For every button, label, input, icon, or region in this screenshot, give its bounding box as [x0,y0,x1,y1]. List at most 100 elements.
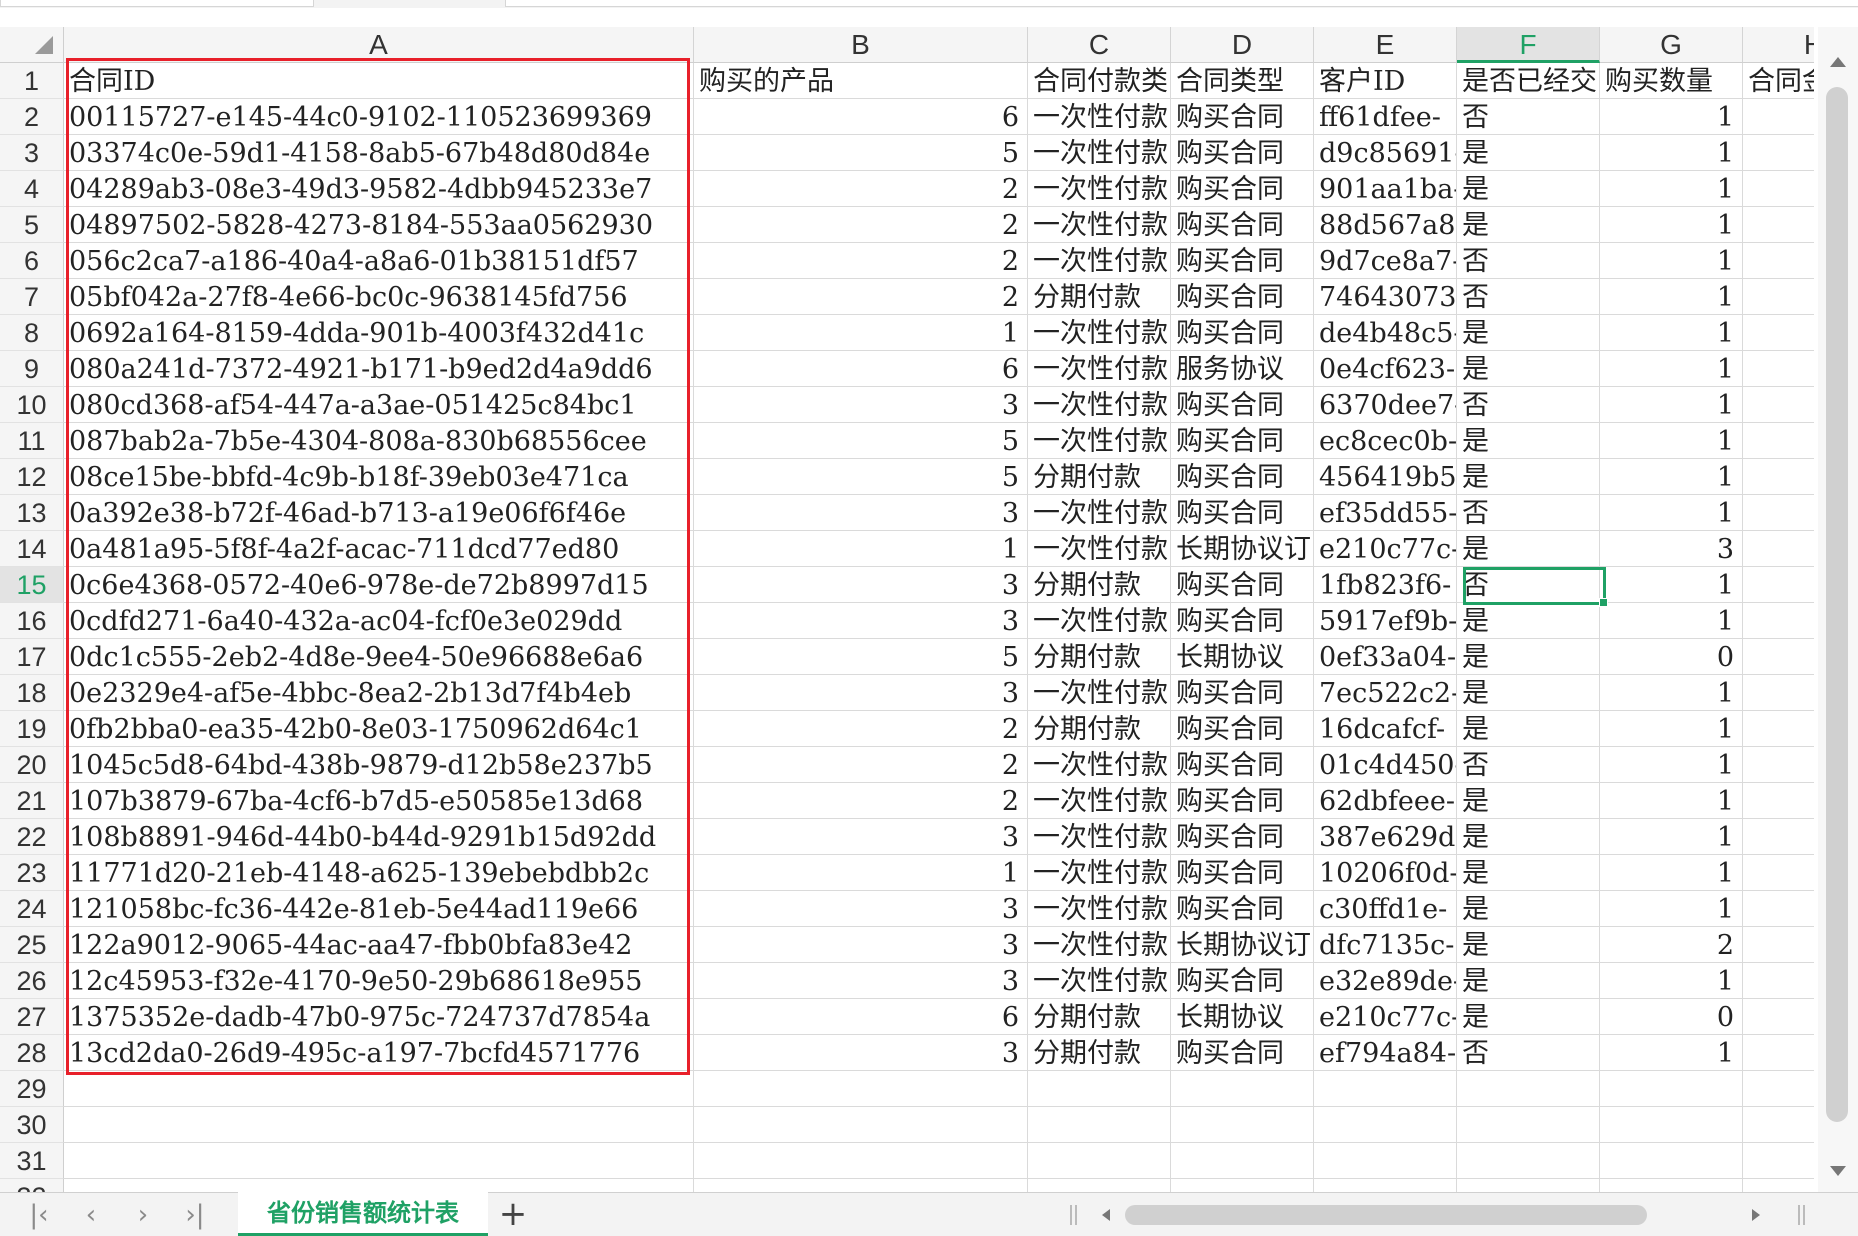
cell-c[interactable]: 一次性付款 [1028,891,1171,927]
cell-a[interactable]: 0fb2bba0-ea35-42b0-8e03-1750962d64c1 [64,711,694,747]
cell-b[interactable]: 2 [694,207,1028,243]
cell-e[interactable]: 10206f0d- [1314,855,1457,891]
cell-a[interactable]: 0a481a95-5f8f-4a2f-acac-711dcd77ed80 [64,531,694,567]
cell-h[interactable] [1743,1179,1814,1192]
cell-e[interactable]: ec8cec0b- [1314,423,1457,459]
cell-a[interactable]: 0a392e38-b72f-46ad-b713-a19e06f6f46e [64,495,694,531]
cell-h[interactable]: 50 [1743,1035,1814,1071]
row-header-24[interactable]: 24 [0,891,64,927]
cell-a[interactable]: 121058bc-fc36-442e-81eb-5e44ad119e66 [64,891,694,927]
cell-a[interactable] [64,1107,694,1143]
cell-g[interactable] [1600,1071,1743,1107]
cell-e[interactable] [1314,1143,1457,1179]
cell-d[interactable]: 合同类型 [1171,63,1314,99]
last-sheet-icon[interactable]: ›| [178,1199,212,1231]
cell-c[interactable]: 一次性付款 [1028,171,1171,207]
column-header-c[interactable]: C [1028,27,1171,63]
cell-g[interactable]: 1 [1600,819,1743,855]
cell-f[interactable]: 是 [1457,855,1600,891]
cell-c[interactable]: 一次性付款 [1028,675,1171,711]
cell-g[interactable]: 2 [1600,927,1743,963]
cell-e[interactable]: 7ec522c2- [1314,675,1457,711]
cell-g[interactable]: 购买数量 [1600,63,1743,99]
cell-g[interactable]: 3 [1600,531,1743,567]
cell-d[interactable]: 购买合同 [1171,819,1314,855]
cell-h[interactable]: 25 [1743,783,1814,819]
cell-g[interactable] [1600,1143,1743,1179]
cell-a[interactable]: 04289ab3-08e3-49d3-9582-4dbb945233e7 [64,171,694,207]
cell-b[interactable]: 3 [694,603,1028,639]
scrollbar-splitter-handle[interactable] [1798,1205,1805,1225]
row-header-18[interactable]: 18 [0,675,64,711]
cell-f[interactable]: 否 [1457,387,1600,423]
cell-d[interactable]: 购买合同 [1171,459,1314,495]
cell-g[interactable]: 1 [1600,351,1743,387]
cell-c[interactable]: 一次性付款 [1028,423,1171,459]
cell-c[interactable] [1028,1071,1171,1107]
cell-c[interactable]: 一次性付款 [1028,351,1171,387]
cell-e[interactable]: 01c4d450- [1314,747,1457,783]
cell-h[interactable] [1743,1143,1814,1179]
cell-g[interactable]: 1 [1600,423,1743,459]
cell-f[interactable]: 否 [1457,243,1600,279]
cell-d[interactable]: 购买合同 [1171,495,1314,531]
cell-e[interactable]: 1fb823f6- [1314,567,1457,603]
scroll-down-icon[interactable] [1830,1166,1846,1176]
cell-f[interactable]: 是 [1457,891,1600,927]
cell-b[interactable]: 5 [694,135,1028,171]
cell-b[interactable]: 3 [694,891,1028,927]
cell-g[interactable]: 0 [1600,999,1743,1035]
cell-b[interactable] [694,1107,1028,1143]
cell-g[interactable]: 1 [1600,99,1743,135]
cell-a[interactable]: 11771d20-21eb-4148-a625-139ebebdbb2c [64,855,694,891]
cell-d[interactable]: 购买合同 [1171,423,1314,459]
cell-a[interactable] [64,1071,694,1107]
cell-d[interactable]: 购买合同 [1171,963,1314,999]
cell-h[interactable]: 35 [1743,567,1814,603]
cell-e[interactable]: 0e4cf623- [1314,351,1457,387]
cell-f[interactable]: 是 [1457,639,1600,675]
cell-d[interactable]: 购买合同 [1171,207,1314,243]
vertical-scrollbar[interactable] [1818,27,1858,1192]
cell-e[interactable]: de4b48c5- [1314,315,1457,351]
cell-f[interactable]: 否 [1457,567,1600,603]
cell-g[interactable]: 1 [1600,243,1743,279]
row-header-27[interactable]: 27 [0,999,64,1035]
prev-sheet-icon[interactable]: ‹ [74,1199,108,1231]
row-header-14[interactable]: 14 [0,531,64,567]
row-header-28[interactable]: 28 [0,1035,64,1071]
cell-g[interactable]: 1 [1600,963,1743,999]
cell-h[interactable]: 50 [1743,243,1814,279]
cell-h[interactable] [1743,1107,1814,1143]
cell-b[interactable]: 5 [694,639,1028,675]
cell-e[interactable]: 88d567a8- [1314,207,1457,243]
cell-h[interactable]: 30 [1743,891,1814,927]
cell-d[interactable]: 长期协议 [1171,639,1314,675]
cell-g[interactable]: 1 [1600,459,1743,495]
cell-f[interactable]: 是 [1457,135,1600,171]
cell-h[interactable]: 40 [1743,927,1814,963]
cell-h[interactable]: 20 [1743,495,1814,531]
cell-a[interactable]: 080cd368-af54-447a-a3ae-051425c84bc1 [64,387,694,423]
column-header-b[interactable]: B [694,27,1028,63]
cell-h[interactable]: 合同金 [1743,63,1814,99]
cell-c[interactable]: 一次性付款 [1028,243,1171,279]
cell-e[interactable]: 5917ef9b- [1314,603,1457,639]
cell-g[interactable] [1600,1179,1743,1192]
cell-b[interactable]: 2 [694,711,1028,747]
cell-a[interactable]: 0dc1c555-2eb2-4d8e-9ee4-50e96688e6a6 [64,639,694,675]
cell-c[interactable]: 一次性付款 [1028,855,1171,891]
cell-c[interactable]: 一次性付款 [1028,315,1171,351]
next-sheet-icon[interactable]: › [126,1199,160,1231]
cell-d[interactable]: 购买合同 [1171,603,1314,639]
cell-h[interactable]: 20 [1743,207,1814,243]
cell-e[interactable]: dfc7135c- [1314,927,1457,963]
column-header-g[interactable]: G [1600,27,1743,63]
cell-c[interactable]: 分期付款 [1028,567,1171,603]
cell-f[interactable]: 否 [1457,747,1600,783]
cell-c[interactable]: 分期付款 [1028,1035,1171,1071]
cell-g[interactable]: 1 [1600,891,1743,927]
add-sheet-button[interactable]: + [495,1195,531,1233]
scroll-left-icon[interactable] [1102,1209,1110,1221]
cell-d[interactable]: 购买合同 [1171,279,1314,315]
